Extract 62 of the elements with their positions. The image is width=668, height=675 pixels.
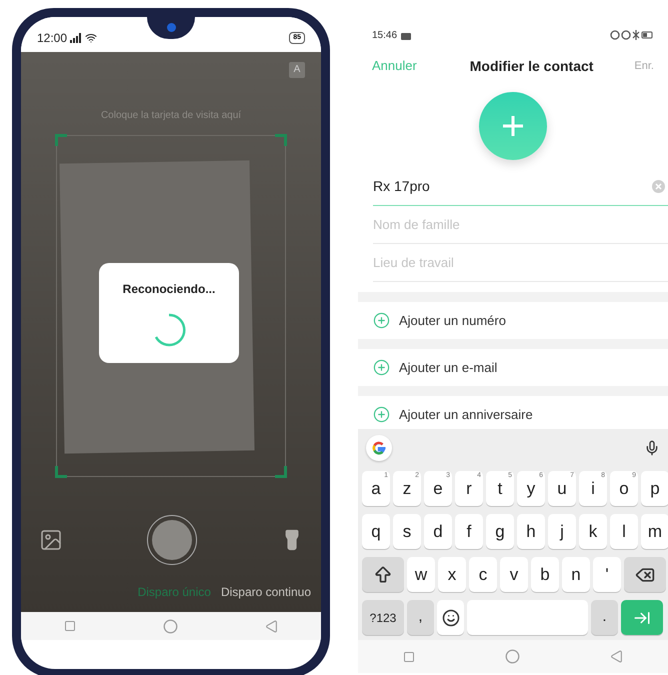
- keyboard-key[interactable]: m: [641, 514, 668, 549]
- add-field-row[interactable]: Ajouter un e-mail: [358, 349, 668, 386]
- signal-icon: [70, 32, 82, 42]
- notification-icon: [401, 32, 412, 40]
- shift-key[interactable]: [362, 557, 404, 592]
- add-field-row[interactable]: Ajouter un anniversaire: [358, 396, 668, 433]
- name-input[interactable]: Rx 17pro: [373, 168, 668, 206]
- add-icon: [373, 359, 390, 376]
- keyboard-key[interactable]: j: [548, 514, 576, 549]
- shift-icon: [373, 564, 393, 584]
- corner-mark: [275, 466, 287, 478]
- backspace-key[interactable]: [624, 557, 666, 592]
- status-icons: [610, 30, 654, 40]
- gallery-icon[interactable]: [39, 528, 63, 552]
- recent-apps-icon[interactable]: [64, 620, 76, 632]
- keyboard-key[interactable]: g: [486, 514, 514, 549]
- keyboard-key[interactable]: k: [579, 514, 607, 549]
- back-icon[interactable]: [610, 650, 623, 663]
- microphone-icon[interactable]: [644, 440, 660, 456]
- keyboard-key[interactable]: q: [362, 514, 390, 549]
- keyboard-key[interactable]: v: [500, 557, 528, 592]
- home-icon[interactable]: [162, 618, 178, 634]
- add-icon: [373, 312, 390, 329]
- status-time: 15:46: [372, 30, 398, 42]
- wifi-icon: [85, 32, 98, 44]
- keyboard-key[interactable]: .: [591, 600, 618, 635]
- home-icon[interactable]: [505, 649, 520, 664]
- recent-apps-icon[interactable]: [403, 650, 415, 662]
- status-time: 12:00: [37, 30, 68, 46]
- keyboard-key[interactable]: x: [438, 557, 466, 592]
- back-icon[interactable]: [264, 620, 278, 632]
- keyboard-key[interactable]: f: [455, 514, 483, 549]
- keyboard-key[interactable]: s: [393, 514, 421, 549]
- keyboard-key[interactable]: w: [407, 557, 435, 592]
- emoji-key[interactable]: [437, 600, 464, 635]
- text-input[interactable]: Lieu de travail: [373, 244, 668, 282]
- keyboard-key[interactable]: ?123: [362, 600, 404, 635]
- corner-mark: [55, 134, 67, 146]
- dialog-title: Reconociendo...: [122, 281, 216, 298]
- keyboard-key[interactable]: p: [641, 471, 668, 506]
- keyboard-key[interactable]: b: [531, 557, 559, 592]
- add-icon: [373, 406, 390, 423]
- text-input[interactable]: Nom de famille: [373, 206, 668, 244]
- g-logo-icon[interactable]: [366, 435, 392, 461]
- keyboard-key[interactable]: h: [517, 514, 545, 549]
- keyboard-key[interactable]: c: [469, 557, 497, 592]
- keyboard-key[interactable]: ,: [407, 600, 434, 635]
- keyboard-key[interactable]: l: [610, 514, 638, 549]
- plus-icon: [501, 114, 525, 138]
- smiley-icon: [442, 608, 460, 626]
- keyboard-key[interactable]: d: [424, 514, 452, 549]
- shot-mode-tab[interactable]: Disparo continuo: [220, 583, 311, 601]
- add-field-row[interactable]: Ajouter un numéro: [358, 302, 668, 339]
- corner-mark: [55, 466, 67, 478]
- corner-mark: [275, 134, 287, 146]
- keyboard-key[interactable]: ': [593, 557, 621, 592]
- enter-key[interactable]: [621, 600, 663, 635]
- keyboard-key[interactable]: n: [562, 557, 590, 592]
- front-camera-icon: [166, 23, 176, 32]
- clear-icon[interactable]: [652, 180, 665, 193]
- screen-title: Modifier le contact: [470, 56, 594, 76]
- shutter-button[interactable]: [147, 515, 197, 565]
